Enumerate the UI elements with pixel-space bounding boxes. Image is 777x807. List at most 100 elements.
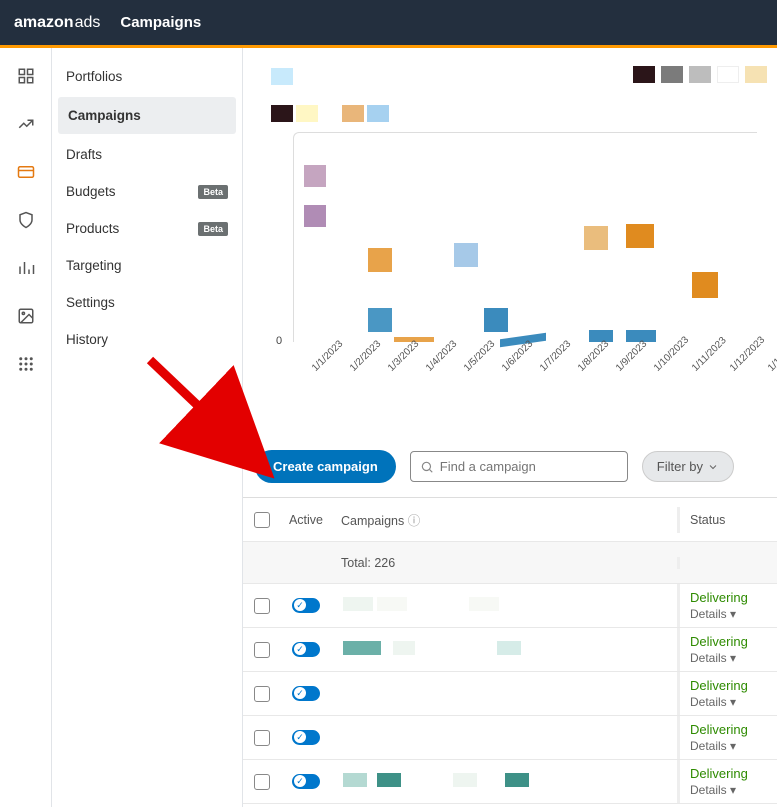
chart-bar bbox=[304, 205, 326, 227]
sidebar-item-history[interactable]: History bbox=[52, 321, 242, 358]
sidebar-item-settings[interactable]: Settings bbox=[52, 284, 242, 321]
sidebar: Portfolios Campaigns Drafts BudgetsBeta … bbox=[52, 48, 243, 807]
apps-icon[interactable] bbox=[16, 354, 36, 374]
amazon-ads-logo[interactable]: amazonads bbox=[14, 14, 100, 32]
chart-bar bbox=[454, 243, 478, 267]
header-status[interactable]: Status bbox=[677, 507, 777, 533]
logo-text: amazon bbox=[14, 14, 74, 32]
legend-swatch bbox=[271, 68, 293, 85]
row-checkbox[interactable] bbox=[254, 598, 270, 614]
chart-bar bbox=[368, 248, 392, 272]
active-toggle[interactable] bbox=[292, 774, 320, 789]
sidebar-item-products[interactable]: Products Beta bbox=[52, 210, 242, 247]
table-row: Delivering Details ▾ bbox=[243, 584, 777, 628]
legend-swatch bbox=[633, 66, 655, 83]
total-label: Total: 226 bbox=[331, 550, 677, 576]
beta-badge: Beta bbox=[198, 222, 228, 236]
chart-container: 0 1/1/2023 1/2/2023 1/3/2023 1/4/2 bbox=[253, 58, 767, 388]
details-link[interactable]: Details ▾ bbox=[690, 783, 767, 797]
x-tick: 1/5/2023 bbox=[462, 338, 497, 373]
x-tick: 1/12/2023 bbox=[728, 335, 767, 374]
chart-bar bbox=[368, 308, 392, 332]
row-checkbox[interactable] bbox=[254, 642, 270, 658]
details-label: Details bbox=[690, 783, 727, 797]
campaign-name-cell[interactable] bbox=[331, 688, 677, 700]
search-icon bbox=[420, 460, 434, 474]
filter-button[interactable]: Filter by bbox=[642, 451, 734, 482]
header-active[interactable]: Active bbox=[281, 513, 331, 527]
x-tick: 1/4/2023 bbox=[424, 338, 459, 373]
table-header-row: Active Campaigns ⓘ Status bbox=[243, 498, 777, 542]
legend-swatch bbox=[661, 66, 683, 83]
chart-bar bbox=[304, 165, 326, 187]
shield-icon[interactable] bbox=[16, 210, 36, 230]
sidebar-item-drafts[interactable]: Drafts bbox=[52, 136, 242, 173]
x-tick: 1/10/2023 bbox=[652, 335, 691, 374]
chevron-down-icon bbox=[707, 461, 719, 473]
sidebar-item-targeting[interactable]: Targeting bbox=[52, 247, 242, 284]
status-text: Delivering bbox=[690, 678, 767, 693]
x-tick: 1/2/2023 bbox=[348, 338, 383, 373]
sidebar-item-portfolios[interactable]: Portfolios bbox=[52, 58, 242, 95]
active-toggle[interactable] bbox=[292, 686, 320, 701]
x-tick: 1/13 bbox=[766, 352, 777, 374]
icon-rail bbox=[0, 48, 52, 807]
x-tick: 1/9/2023 bbox=[614, 338, 649, 373]
table-row: Delivering Details ▾ bbox=[243, 716, 777, 760]
active-toggle[interactable] bbox=[292, 730, 320, 745]
create-campaign-button[interactable]: Create campaign bbox=[255, 450, 396, 483]
status-text: Delivering bbox=[690, 590, 767, 605]
campaigns-table: Active Campaigns ⓘ Status Total: 226 Del… bbox=[243, 497, 777, 804]
campaign-name-cell[interactable] bbox=[331, 732, 677, 744]
sidebar-item-label: Portfolios bbox=[66, 69, 122, 84]
chart-plot[interactable]: 0 1/1/2023 1/2/2023 1/3/2023 1/4/2 bbox=[293, 132, 757, 342]
search-box[interactable] bbox=[410, 451, 628, 482]
campaign-name-cell[interactable] bbox=[331, 765, 677, 798]
row-checkbox[interactable] bbox=[254, 730, 270, 746]
sidebar-item-budgets[interactable]: BudgetsBeta bbox=[52, 173, 242, 210]
table-row: Delivering Details ▾ bbox=[243, 672, 777, 716]
sidebar-item-campaigns[interactable]: Campaigns bbox=[58, 97, 236, 134]
legend-row2 bbox=[271, 105, 757, 122]
status-text: Delivering bbox=[690, 634, 767, 649]
active-toggle[interactable] bbox=[292, 642, 320, 657]
table-row: Delivering Details ▾ bbox=[243, 628, 777, 672]
active-toggle[interactable] bbox=[292, 598, 320, 613]
filter-label: Filter by bbox=[657, 459, 703, 474]
x-tick: 1/7/2023 bbox=[538, 338, 573, 373]
details-label: Details bbox=[690, 651, 727, 665]
campaign-name-cell[interactable] bbox=[331, 589, 677, 622]
chart-bar bbox=[692, 272, 718, 298]
details-link[interactable]: Details ▾ bbox=[690, 607, 767, 621]
x-tick: 1/3/2023 bbox=[386, 338, 421, 373]
image-icon[interactable] bbox=[16, 306, 36, 326]
details-label: Details bbox=[690, 739, 727, 753]
table-total-row: Total: 226 bbox=[243, 542, 777, 584]
sidebar-item-label: Products bbox=[66, 221, 119, 236]
bars-icon[interactable] bbox=[16, 258, 36, 278]
details-link[interactable]: Details ▾ bbox=[690, 651, 767, 665]
y-axis-label: 0 bbox=[276, 335, 282, 347]
chart-legend-right bbox=[633, 66, 767, 83]
details-link[interactable]: Details ▾ bbox=[690, 739, 767, 753]
legend-swatch bbox=[271, 105, 293, 122]
search-input[interactable] bbox=[440, 459, 618, 474]
x-tick: 1/8/2023 bbox=[576, 338, 611, 373]
sidebar-item-label: Targeting bbox=[66, 258, 122, 273]
info-icon[interactable]: ⓘ bbox=[408, 514, 421, 528]
header-campaigns[interactable]: Campaigns ⓘ bbox=[331, 504, 677, 535]
details-link[interactable]: Details ▾ bbox=[690, 695, 767, 709]
campaign-name-cell[interactable] bbox=[331, 633, 677, 666]
row-checkbox[interactable] bbox=[254, 774, 270, 790]
trend-icon[interactable] bbox=[16, 114, 36, 134]
select-all-checkbox[interactable] bbox=[254, 512, 270, 528]
status-text: Delivering bbox=[690, 766, 767, 781]
details-label: Details bbox=[690, 607, 727, 621]
status-text: Delivering bbox=[690, 722, 767, 737]
card-icon[interactable] bbox=[16, 162, 36, 182]
chart-bar bbox=[484, 308, 508, 332]
row-checkbox[interactable] bbox=[254, 686, 270, 702]
content-area: 0 1/1/2023 1/2/2023 1/3/2023 1/4/2 bbox=[243, 48, 777, 807]
table-row: Delivering Details ▾ bbox=[243, 760, 777, 804]
grid-icon[interactable] bbox=[16, 66, 36, 86]
